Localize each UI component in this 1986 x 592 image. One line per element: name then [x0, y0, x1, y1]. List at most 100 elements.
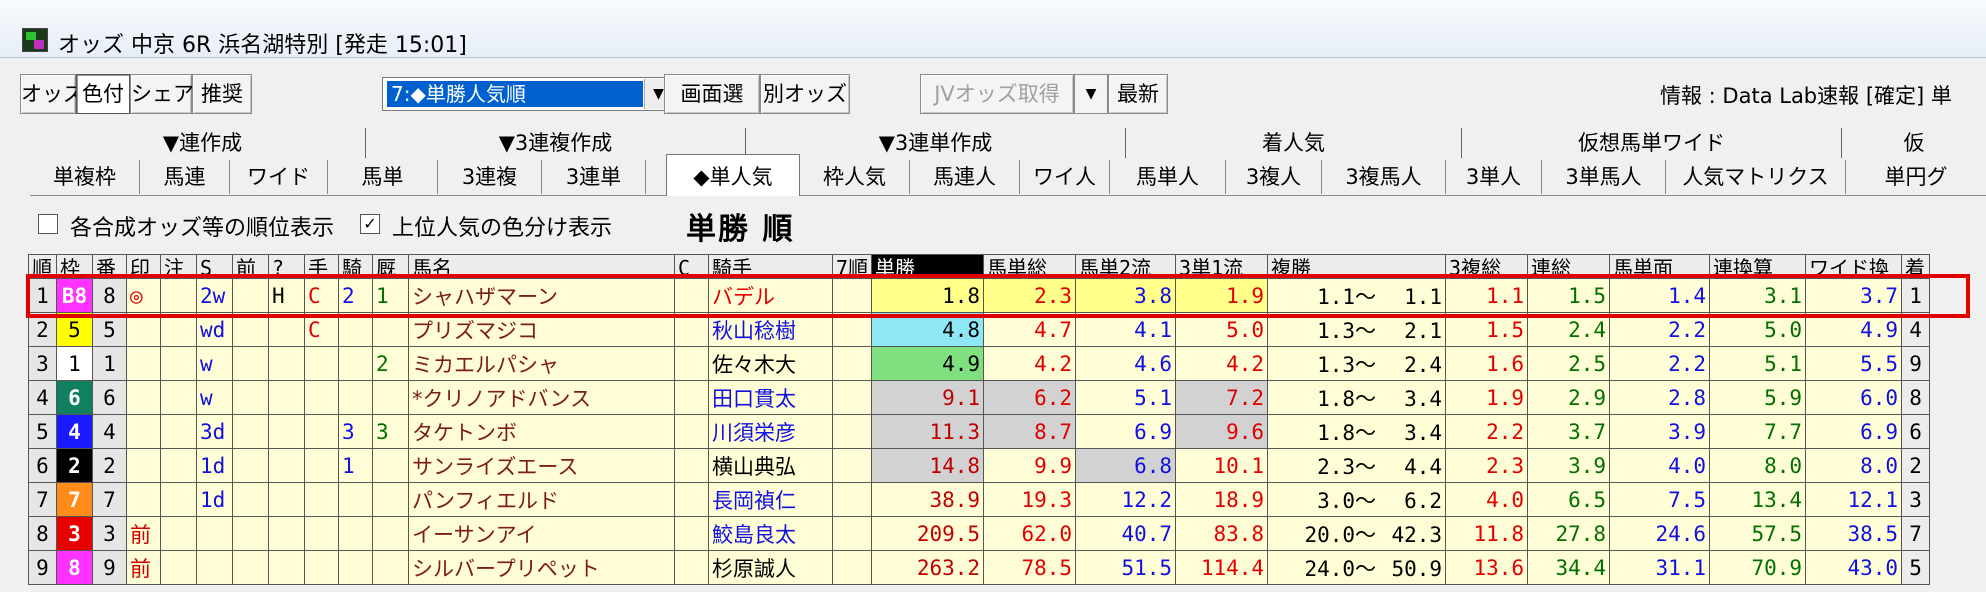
- table-row[interactable]: 2 5 5 wd C プリズマジコ 秋山稔樹 4.8 4.7 4.1 5.0 1.3〜 2.1 1.5 2.…: [28, 312, 1931, 347]
- recommend-button[interactable]: 推奨: [192, 74, 252, 114]
- sanrenpuku-cell: 11.8: [1445, 516, 1529, 551]
- column-header[interactable]: 連換算: [1709, 254, 1807, 279]
- column-header[interactable]: 枠: [56, 254, 93, 279]
- column-header[interactable]: 着: [1901, 254, 1931, 279]
- tab-3renfuku[interactable]: 3連複: [438, 160, 542, 194]
- tab-3tan-ninki[interactable]: 3単人: [1446, 160, 1542, 194]
- column-header[interactable]: 連総: [1527, 254, 1611, 279]
- screen-select-button[interactable]: 画面選: [664, 74, 760, 114]
- tab-tanfukuwaku[interactable]: 単複枠: [30, 160, 140, 194]
- column-header[interactable]: 7順: [831, 254, 873, 279]
- rank7-cell: [831, 448, 873, 483]
- sanrenpuku-cell: 1.9: [1445, 380, 1529, 415]
- column-header[interactable]: 厩: [372, 254, 409, 279]
- column-header[interactable]: 馬単総: [983, 254, 1077, 279]
- tab-virtual-umatan-wide[interactable]: 仮想馬単ワイド: [1462, 128, 1842, 158]
- column-header[interactable]: 騎: [338, 254, 373, 279]
- column-header[interactable]: 馬単2流: [1075, 254, 1177, 279]
- prev-cell: [232, 550, 269, 585]
- table-row[interactable]: 3 1 1 w 2 ミカエルパシャ 佐々木大 4.9 4.2 4.6 4.2 1.3〜 2.4 1.6 2.…: [28, 346, 1931, 381]
- tab-3fuku-uma-ninki[interactable]: 3複馬人: [1322, 160, 1446, 194]
- jv-odds-button[interactable]: JVオッズ取得: [920, 74, 1074, 114]
- tab-chaku-ninki[interactable]: 着人気: [1126, 128, 1462, 158]
- tab-umatan-ninki[interactable]: 馬単人: [1110, 160, 1226, 194]
- tab-tan-ninki[interactable]: ◆単人気: [666, 154, 800, 196]
- te-cell: [304, 346, 339, 381]
- sort-order-select[interactable]: 7:◆単勝人気順 ▼: [382, 77, 674, 111]
- column-header[interactable]: ?: [268, 254, 305, 279]
- table-row[interactable]: 4 6 6 w *クリノアドバンス 田口貫太 9.1 6.2 5.1 7.2 1.8〜 3.4 1.9 2…: [28, 380, 1931, 415]
- tab-umaren[interactable]: 馬連: [140, 160, 230, 194]
- tab-3fuku-ninki[interactable]: 3複人: [1226, 160, 1322, 194]
- column-header[interactable]: 前: [232, 254, 269, 279]
- column-header[interactable]: 騎手: [708, 254, 833, 279]
- tab-kaso[interactable]: 仮: [1842, 128, 1986, 158]
- column-header[interactable]: 印: [126, 254, 161, 279]
- rank-cell: 7: [28, 482, 57, 517]
- column-header[interactable]: 複勝: [1267, 254, 1447, 279]
- latest-button[interactable]: 最新: [1108, 74, 1168, 114]
- tab-wide-ninki[interactable]: ワイ人: [1020, 160, 1110, 194]
- column-header[interactable]: C: [674, 254, 709, 279]
- rank-cell: 8: [28, 516, 57, 551]
- column-header[interactable]: 馬単面: [1609, 254, 1711, 279]
- odds-button[interactable]: オッズ: [20, 74, 84, 114]
- tab-wide[interactable]: ワイド: [230, 160, 328, 194]
- table-row[interactable]: 7 7 7 1d パンフィエルド 長岡禎仁 38.9 19.3 12.2 18.9 3.0〜 6.2 4…: [28, 482, 1931, 517]
- tab-ninki-matrix[interactable]: 人気マトリクス: [1666, 160, 1846, 194]
- place-odds-cell: 1.8〜 3.4: [1267, 380, 1447, 415]
- tab-waku-ninki[interactable]: 枠人気: [800, 160, 910, 194]
- column-header[interactable]: 順: [28, 254, 57, 279]
- column-header[interactable]: ワイド換: [1805, 254, 1903, 279]
- finish-cell: 2: [1901, 448, 1931, 483]
- column-header[interactable]: 番: [92, 254, 127, 279]
- ren-total-cell: 3.7: [1527, 414, 1611, 449]
- tab-umatan[interactable]: 馬単: [328, 160, 438, 194]
- tab-umaren-ninki[interactable]: 馬連人: [910, 160, 1020, 194]
- column-header[interactable]: S: [196, 254, 233, 279]
- column-header[interactable]: 手: [304, 254, 339, 279]
- ren-total-cell: 34.4: [1527, 550, 1611, 585]
- other-odds-button[interactable]: 別オッズ: [760, 74, 850, 114]
- c-cell: [674, 482, 709, 517]
- wide-kansan-cell: 8.0: [1805, 448, 1903, 483]
- umatan-men-cell: 4.0: [1609, 448, 1711, 483]
- wide-kansan-cell: 4.9: [1805, 312, 1903, 347]
- horse-name-cell: シャハザマーン: [408, 278, 675, 313]
- note-cell: [160, 516, 197, 551]
- tab-3tan-uma-ninki[interactable]: 3単馬人: [1542, 160, 1666, 194]
- rank-display-checkbox[interactable]: [38, 214, 58, 234]
- tab-tan-yen-graph[interactable]: 単円グ: [1846, 160, 1986, 194]
- ren-kansan-cell: 5.9: [1709, 380, 1807, 415]
- column-header[interactable]: 3複総: [1445, 254, 1529, 279]
- win-odds-cell: 263.2: [871, 550, 985, 585]
- jv-dropdown-arrow-icon[interactable]: ▼: [1074, 74, 1108, 114]
- tab-ren-create[interactable]: ▼連作成: [40, 128, 366, 158]
- column-header[interactable]: 馬名: [408, 254, 675, 279]
- c-cell: [674, 516, 709, 551]
- grid-header-row: 順枠番印注 S 前? 手騎厩馬名 C 騎手 7順 単勝 馬単総 馬単2流 3単1流 複勝 3複総 連総 馬単…: [28, 254, 1931, 279]
- table-row[interactable]: 8 3 3 前 イーサンアイ 鮫島良太 209.5 62.0 40.7 83.8 20.0〜 42.3…: [28, 516, 1931, 551]
- color-button[interactable]: 色付: [76, 74, 130, 114]
- tab-3rentan[interactable]: 3連単: [542, 160, 646, 194]
- column-header[interactable]: 注: [160, 254, 197, 279]
- sanrenpuku-cell: 1.5: [1445, 312, 1529, 347]
- table-row[interactable]: 6 2 2 1d 1 サンライズエース 横山典弘 14.8 9.9 6.8 10.1 2.3〜 4.4 2…: [28, 448, 1931, 483]
- finish-cell: 5: [1901, 550, 1931, 585]
- rank7-cell: [831, 278, 873, 313]
- place-odds-cell: 20.0〜 42.3: [1267, 516, 1447, 551]
- q-cell: [268, 448, 305, 483]
- share-button[interactable]: シェア: [130, 74, 194, 114]
- place-odds-high: 42.3: [1391, 522, 1443, 547]
- horse-name-cell: サンライズエース: [408, 448, 675, 483]
- place-odds-high: 2.1: [1404, 318, 1443, 343]
- umatan-2-cell: 51.5: [1075, 550, 1177, 585]
- table-row[interactable]: 5 4 4 3d 3 3 タケトンボ 川須栄彦 11.3 8.7 6.9 9.6 1.8〜 3.4 2.2 3…: [28, 414, 1931, 449]
- tab-3rentan-create[interactable]: ▼3連単作成: [746, 128, 1126, 158]
- column-header[interactable]: 3単1流: [1175, 254, 1269, 279]
- color-display-checkbox[interactable]: ✓: [360, 214, 380, 234]
- column-header[interactable]: 単勝: [871, 254, 985, 279]
- horse-number-cell: 8: [92, 278, 127, 313]
- table-row[interactable]: 9 8 9 前シルバープリペット 杉原誠人 263.2 78.5 51.5 114.4 24.0〜…: [28, 550, 1931, 585]
- table-row[interactable]: 1 B8 8 ◎ 2w H C 2 1 シャハザマーン バデル 1.8 2.3 3.8 1.9 1.1〜 1.1…: [28, 278, 1931, 313]
